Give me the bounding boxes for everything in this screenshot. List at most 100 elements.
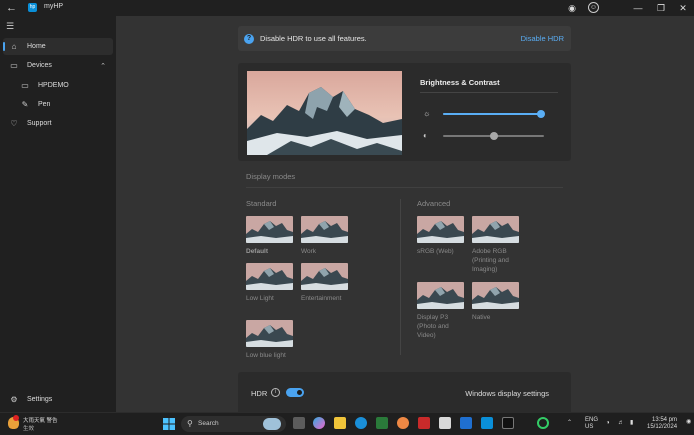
mode-default[interactable]: Default <box>246 216 296 256</box>
mode-low-blue-light[interactable]: Low blue light <box>246 320 296 360</box>
brightness-slider[interactable] <box>443 110 545 118</box>
laptop-icon: ▭ <box>21 81 29 90</box>
app-title: myHP <box>44 3 64 10</box>
mode-adobe-rgb[interactable]: Adobe RGB (Printing and Imaging) <box>472 216 522 274</box>
brightness-slider-row: ☼ <box>423 109 563 119</box>
sidebar-item-pen[interactable]: ✎ Pen <box>14 96 113 113</box>
mode-display-p3[interactable]: Display P3 (Photo and Video) <box>417 282 467 340</box>
search-placeholder: Search <box>198 420 219 427</box>
gear-icon: ⚙ <box>10 395 18 404</box>
sidebar-item-devices[interactable]: ▭ Devices ⌃ <box>3 57 113 74</box>
mode-label: Work <box>301 248 317 255</box>
mountain-preview-image <box>247 71 402 155</box>
support-icon: ♡ <box>10 119 18 128</box>
media-app-icon[interactable] <box>502 417 514 429</box>
mode-entertainment[interactable]: Entertainment <box>301 263 351 303</box>
sidebar-item-support[interactable]: ♡ Support <box>3 115 113 132</box>
wifi-icon[interactable]: ◑ <box>606 420 610 427</box>
contrast-slider-row: ◐ <box>423 131 563 141</box>
mode-thumbnail <box>246 320 293 347</box>
disable-hdr-link[interactable]: Disable HDR <box>521 34 564 43</box>
home-icon: ⌂ <box>11 42 17 51</box>
taskbar-search-box[interactable]: ⚲ Search <box>181 416 286 432</box>
battery-icon[interactable]: ▮ <box>630 420 633 427</box>
sidebar-item-label: Support <box>27 120 52 127</box>
myhp-taskbar-icon[interactable] <box>481 417 493 429</box>
brightness-contrast-card: Brightness & Contrast ☼ ◐ <box>238 63 571 161</box>
store-icon[interactable] <box>376 417 388 429</box>
divider <box>400 199 401 355</box>
account-icon[interactable]: ☺ <box>588 2 599 13</box>
weather-widget[interactable]: 大雨天氣 警告 生效 <box>8 415 68 432</box>
clock[interactable]: 13:54 pm 15/12/2024 <box>647 417 677 431</box>
bell-icon[interactable]: ◉ <box>566 2 578 14</box>
display-modes-title: Display modes <box>246 172 296 181</box>
weather-status-text: 生效 <box>23 426 35 432</box>
title-bar: ← hp myHP ◉ ☺ — ❐ ✕ <box>0 0 694 16</box>
task-view-icon[interactable] <box>293 417 305 429</box>
mode-work[interactable]: Work <box>301 216 351 256</box>
app-window: ← hp myHP ◉ ☺ — ❐ ✕ ☰ ⌂ Home ▭ Devices ⌃… <box>0 0 694 412</box>
pen-icon: ✎ <box>21 100 29 109</box>
sidebar-item-label: HPDEMO <box>38 82 69 89</box>
mode-thumbnail <box>472 216 519 243</box>
copilot-icon[interactable] <box>313 417 325 429</box>
help-icon: ? <box>244 33 254 44</box>
hp-wolf-icon[interactable] <box>537 417 549 429</box>
mode-label: Low blue light <box>246 352 286 359</box>
windows-start-icon[interactable] <box>163 417 175 430</box>
brightness-slider-fill <box>443 113 541 115</box>
notification-bell-icon[interactable]: ◉ <box>686 419 691 426</box>
sidebar-item-settings[interactable]: ⚙ Settings <box>3 391 113 408</box>
info-icon[interactable]: i <box>271 388 280 397</box>
chevron-up-icon[interactable]: ⌃ <box>100 62 106 70</box>
hdr-label: HDR <box>251 389 268 398</box>
mode-label: Entertainment <box>301 295 342 302</box>
brightness-slider-thumb[interactable] <box>536 110 545 118</box>
sidebar-item-label: Pen <box>38 101 51 108</box>
mode-label: Adobe RGB (Printing and Imaging) <box>472 248 509 273</box>
chrome-icon[interactable] <box>397 417 409 429</box>
main-content: ? Disable HDR to use all features. Disab… <box>116 16 694 412</box>
standard-title: Standard <box>246 199 277 208</box>
menu-icon[interactable]: ☰ <box>6 21 14 32</box>
banner-text: Disable HDR to use all features. <box>260 34 367 43</box>
mode-thumbnail <box>301 216 348 243</box>
chevron-up-icon[interactable]: ⌃ <box>567 420 572 427</box>
close-button[interactable]: ✕ <box>676 2 690 14</box>
hp-logo-icon: hp <box>28 3 37 12</box>
language-indicator[interactable]: ENG US <box>585 417 598 431</box>
windows-display-settings-link[interactable]: Windows display settings <box>465 389 549 398</box>
mode-thumbnail <box>472 282 519 309</box>
advanced-title: Advanced <box>417 199 451 208</box>
search-highlight-image <box>263 418 281 430</box>
mode-thumbnail <box>246 216 293 243</box>
sidebar-item-home[interactable]: ⌂ Home <box>3 38 113 55</box>
contrast-slider-thumb[interactable] <box>489 132 498 140</box>
mode-low-light[interactable]: Low Light <box>246 263 296 303</box>
mode-native[interactable]: Native <box>472 282 522 322</box>
contrast-icon: ◐ <box>423 131 428 140</box>
hdr-warning-banner: ? Disable HDR to use all features. Disab… <box>238 26 571 51</box>
edge-icon[interactable] <box>355 417 367 429</box>
mode-label: Display P3 (Photo and Video) <box>417 314 449 339</box>
file-explorer-icon[interactable] <box>334 417 346 429</box>
mode-label: sRGB (Web) <box>417 248 454 255</box>
maximize-button[interactable]: ❐ <box>654 2 668 14</box>
search-icon: ⚲ <box>187 419 193 428</box>
back-arrow-icon[interactable]: ← <box>6 2 20 14</box>
contrast-slider[interactable] <box>443 132 544 140</box>
region-text: US <box>585 424 594 430</box>
weather-alert-text: 大雨天氣 警告 <box>23 418 58 424</box>
sidebar-item-hpdemo[interactable]: ▭ HPDEMO <box>14 77 113 94</box>
brightness-contrast-title: Brightness & Contrast <box>420 78 500 87</box>
laptop-icon: ▭ <box>10 61 18 70</box>
minimize-button[interactable]: — <box>631 2 645 14</box>
volume-icon[interactable]: ♬ <box>618 420 624 427</box>
mcafee-icon[interactable] <box>418 417 430 429</box>
sidebar: ☰ ⌂ Home ▭ Devices ⌃ ▭ HPDEMO ✎ Pen ♡ Su… <box>0 16 116 412</box>
outlook-icon[interactable] <box>460 417 472 429</box>
notepad-icon[interactable] <box>439 417 451 429</box>
hdr-toggle[interactable] <box>286 388 304 397</box>
mode-srgb[interactable]: sRGB (Web) <box>417 216 467 256</box>
